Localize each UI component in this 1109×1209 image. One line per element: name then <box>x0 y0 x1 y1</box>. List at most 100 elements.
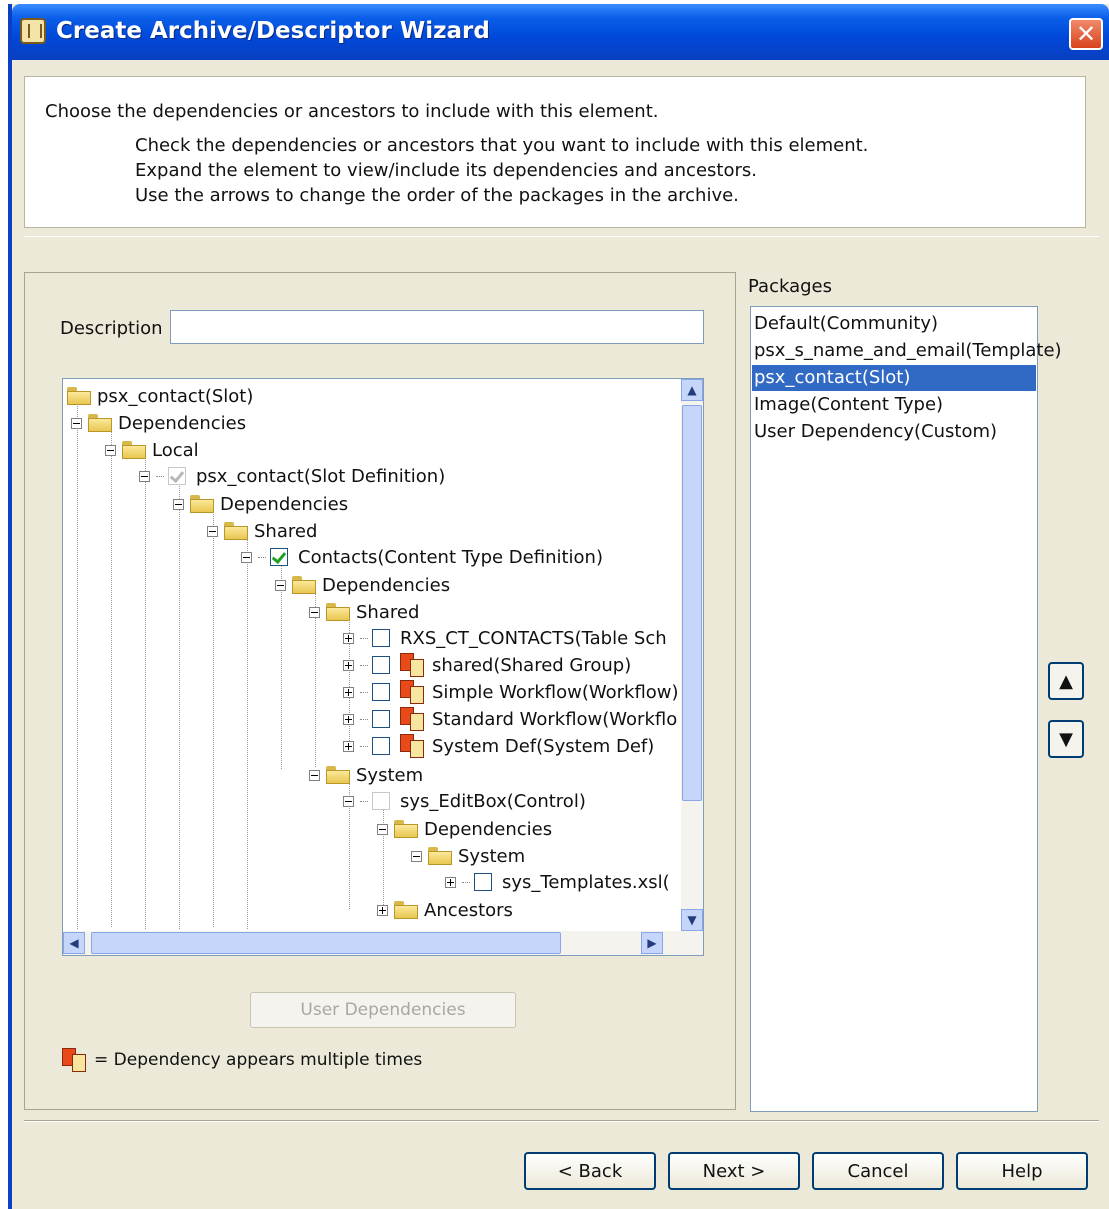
scroll-right-icon[interactable]: ▶ <box>641 932 663 954</box>
multiple-dependency-icon <box>400 680 426 704</box>
tree-node[interactable]: RXS_CT_CONTACTS(Table Sch <box>343 625 667 651</box>
tree-connector <box>156 475 164 477</box>
expand-icon[interactable] <box>343 659 354 671</box>
collapse-icon[interactable] <box>377 823 388 835</box>
back-button[interactable]: < Back <box>524 1152 656 1190</box>
include-checkbox[interactable] <box>372 683 390 701</box>
tree-vertical-scrollbar[interactable]: ▲ ▼ <box>681 379 703 931</box>
expand-icon[interactable] <box>343 686 354 698</box>
header-line-3: Use the arrows to change the order of th… <box>135 185 739 206</box>
scroll-down-icon[interactable]: ▼ <box>681 909 703 931</box>
dependency-tree[interactable]: psx_contact(Slot) Dependencies Local psx… <box>62 378 704 956</box>
expand-icon[interactable] <box>343 740 354 752</box>
folder-icon <box>326 603 350 621</box>
tree-node-label: System <box>356 764 424 786</box>
tree-node[interactable]: Local <box>105 437 199 463</box>
collapse-icon[interactable] <box>309 606 320 618</box>
include-checkbox[interactable] <box>474 873 492 891</box>
tree-connector <box>360 637 368 639</box>
tree-node[interactable]: psx_contact(Slot Definition) <box>139 463 445 489</box>
tree-node[interactable]: System Def(System Def) <box>343 733 654 759</box>
package-item[interactable]: Default(Community) <box>752 311 1036 337</box>
cancel-button[interactable]: Cancel <box>812 1152 944 1190</box>
tree-node-label: Dependencies <box>322 574 451 596</box>
collapse-icon[interactable] <box>275 579 286 591</box>
package-item[interactable]: psx_s_name_and_email(Template) <box>752 338 1062 364</box>
include-checkbox[interactable] <box>372 737 390 755</box>
tree-node-label: psx_contact(Slot Definition) <box>196 465 446 487</box>
help-button[interactable]: Help <box>956 1152 1088 1190</box>
horizontal-scroll-thumb[interactable] <box>91 932 561 954</box>
tree-node[interactable]: Shared <box>309 599 419 625</box>
tree-node[interactable]: Ancestors <box>377 897 513 923</box>
tree-node[interactable]: Shared <box>207 518 317 544</box>
collapse-icon[interactable] <box>173 498 184 510</box>
expand-icon[interactable] <box>445 876 456 888</box>
tree-connector <box>360 664 368 666</box>
tree-guide-line <box>111 427 112 927</box>
move-up-button[interactable]: ▲ <box>1048 662 1084 700</box>
tree-node[interactable]: System <box>411 843 525 869</box>
folder-icon <box>394 901 418 919</box>
arrow-down-icon: ▼ <box>1059 728 1073 750</box>
tree-node[interactable]: Dependencies <box>173 491 348 517</box>
tree-node[interactable]: Contacts(Content Type Definition) <box>241 544 603 570</box>
package-item[interactable]: User Dependency(Custom) <box>752 419 1036 445</box>
move-down-button[interactable]: ▼ <box>1048 720 1084 758</box>
tree-node[interactable]: Simple Workflow(Workflow) <box>343 679 679 705</box>
description-input[interactable] <box>170 310 704 344</box>
include-checkbox[interactable] <box>372 710 390 728</box>
close-button[interactable]: ✕ <box>1069 18 1103 50</box>
user-dependencies-button[interactable]: User Dependencies <box>250 992 516 1028</box>
tree-node[interactable]: System <box>309 762 423 788</box>
description-label: Description <box>60 318 163 339</box>
tree-node-root[interactable]: psx_contact(Slot) <box>67 383 253 409</box>
tree-node[interactable]: Dependencies <box>377 816 552 842</box>
tree-node-label: Contacts(Content Type Definition) <box>298 546 603 568</box>
title-bar[interactable]: Create Archive/Descriptor Wizard ✕ <box>12 4 1109 60</box>
tree-connector <box>360 800 368 802</box>
folder-icon <box>88 414 112 432</box>
tree-node-label: Standard Workflow(Workflo <box>432 708 678 730</box>
multiple-dependency-icon <box>62 1048 88 1072</box>
include-checkbox[interactable] <box>372 629 390 647</box>
include-checkbox[interactable] <box>270 548 288 566</box>
collapse-icon[interactable] <box>139 470 150 482</box>
include-checkbox[interactable] <box>168 467 186 485</box>
multiple-dependency-icon <box>400 707 426 731</box>
collapse-icon[interactable] <box>343 795 354 807</box>
packages-label: Packages <box>748 276 832 297</box>
package-item-selected[interactable]: psx_contact(Slot) <box>752 365 1036 391</box>
include-checkbox[interactable] <box>372 792 390 810</box>
collapse-icon[interactable] <box>207 525 218 537</box>
folder-icon <box>122 441 146 459</box>
tree-node[interactable]: shared(Shared Group) <box>343 652 631 678</box>
tree-node[interactable]: sys_Templates.xsl( <box>445 869 670 895</box>
next-button[interactable]: Next > <box>668 1152 800 1190</box>
header-separator <box>24 236 1099 237</box>
tree-node-label: System <box>458 845 526 867</box>
tree-node[interactable]: Dependencies <box>275 572 450 598</box>
folder-icon <box>428 847 452 865</box>
package-item[interactable]: Image(Content Type) <box>752 392 1036 418</box>
tree-node[interactable]: Standard Workflow(Workflo <box>343 706 677 732</box>
vertical-scroll-thumb[interactable] <box>682 405 702 801</box>
collapse-icon[interactable] <box>241 551 252 563</box>
tree-node[interactable]: sys_EditBox(Control) <box>343 788 586 814</box>
collapse-icon[interactable] <box>309 769 320 781</box>
expand-icon[interactable] <box>343 632 354 644</box>
collapse-icon[interactable] <box>411 850 422 862</box>
header-line-1: Check the dependencies or ancestors that… <box>135 135 869 156</box>
expand-icon[interactable] <box>343 713 354 725</box>
scroll-left-icon[interactable]: ◀ <box>63 932 85 954</box>
collapse-icon[interactable] <box>71 417 82 429</box>
include-checkbox[interactable] <box>372 656 390 674</box>
tree-node[interactable]: Dependencies <box>71 410 246 436</box>
packages-list[interactable]: Default(Community) psx_s_name_and_email(… <box>750 306 1062 1112</box>
scroll-up-icon[interactable]: ▲ <box>681 379 703 401</box>
collapse-icon[interactable] <box>105 444 116 456</box>
expand-icon[interactable] <box>377 904 388 916</box>
tree-node-label: System Def(System Def) <box>432 735 655 757</box>
tree-connector <box>462 881 470 883</box>
tree-horizontal-scrollbar[interactable]: ◀ ▶ <box>63 931 703 955</box>
